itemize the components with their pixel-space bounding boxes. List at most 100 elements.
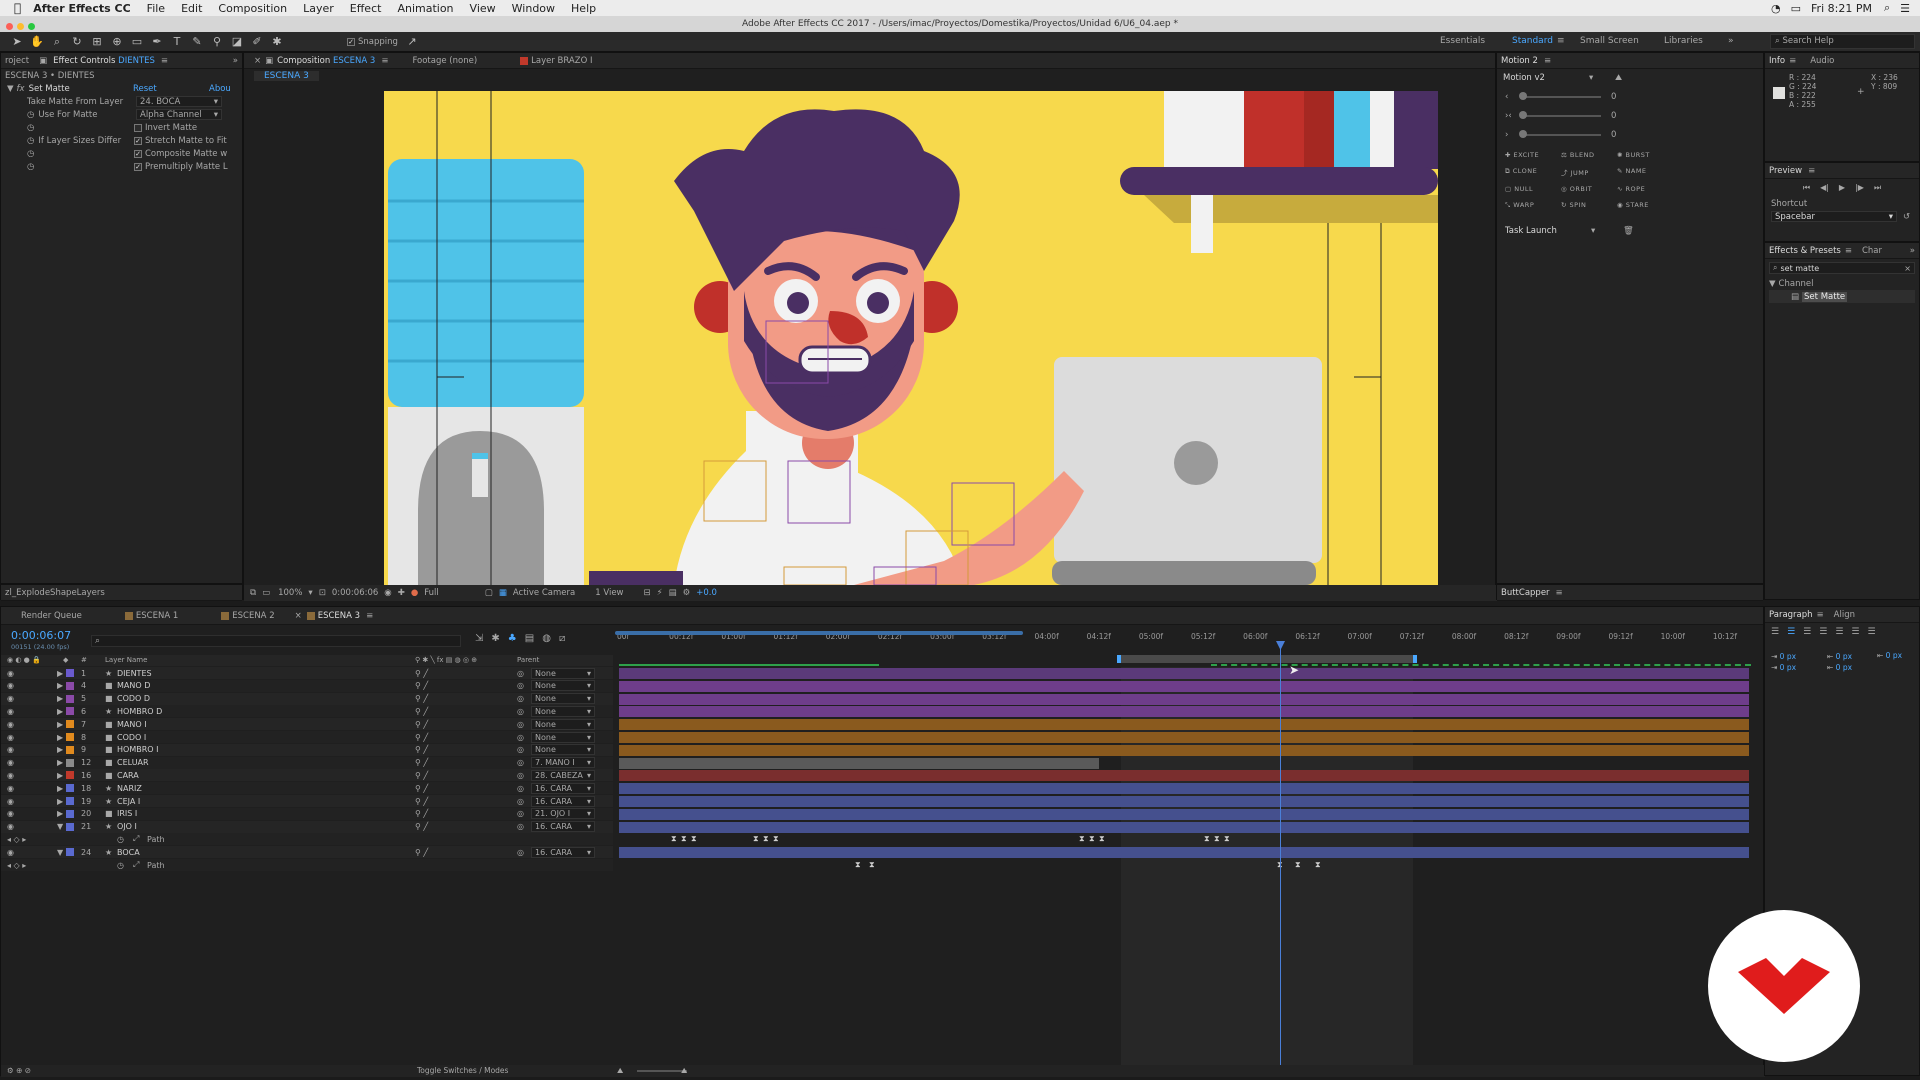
keyframe-icon[interactable]: ⧗ [691,834,697,844]
category-channel[interactable]: ▼ Channel [1765,277,1919,290]
first-frame-icon[interactable]: ⏮ [1803,183,1810,193]
monitor-icon[interactable]: ▭ [262,588,270,598]
time-navigator-bar[interactable] [615,631,1023,635]
layer-duration-bar[interactable] [619,693,1749,705]
justify-center-icon[interactable]: ☰ [1835,627,1843,637]
keyframe-icon[interactable]: ⧗ [1295,860,1301,870]
motion-spin-button[interactable]: ↻ SPIN [1561,201,1617,210]
slider-handle[interactable] [1519,130,1527,138]
close-tab-icon[interactable]: × [295,611,302,621]
toggle-pixel-aspect-icon[interactable]: ⊟ [644,588,651,598]
snapshot-icon[interactable]: ◉ [384,588,391,598]
selection-tool-icon[interactable]: ➤ [10,35,24,49]
pan-behind-tool-icon[interactable]: ⊕ [110,35,124,49]
fx-icon[interactable]: fx [17,84,25,94]
tab-escena-3[interactable]: ESCENA 3 [318,611,360,621]
clear-search-icon[interactable]: × [1904,264,1911,273]
zoom-tool-icon[interactable]: ⌕ [50,35,64,49]
tab-paragraph[interactable]: Paragraph [1769,610,1813,620]
play-icon[interactable]: ▶ [1839,183,1845,193]
hand-tool-icon[interactable]: ✋ [30,35,44,49]
lock-icon[interactable]: ▣ [39,56,47,66]
indent-right-value[interactable]: 0 px [1836,652,1852,661]
keyframe-icon[interactable]: ⧗ [1315,860,1321,870]
menubar-clock[interactable]: Fri 8:21 PM [1811,2,1872,15]
tab-align[interactable]: Align [1834,610,1855,620]
workspace-essentials[interactable]: Essentials [1440,36,1485,46]
tab-footage[interactable]: Footage (none) [412,56,477,66]
spotlight-icon[interactable]: ⌕ [1884,1,1890,15]
motion-blend-button[interactable]: ⚖ BLEND [1561,151,1617,159]
keyframe-icon[interactable]: ⧗ [753,834,759,844]
more-workspaces-icon[interactable]: » [1728,36,1734,46]
eraser-tool-icon[interactable]: ◪ [230,35,244,49]
close-window-icon[interactable] [6,23,13,30]
justify-all-icon[interactable]: ☰ [1867,627,1875,637]
layer-duration-bar[interactable] [619,796,1749,807]
battery-icon[interactable]: ▭ [1791,2,1801,15]
tab-render-queue[interactable]: Render Queue [21,611,82,621]
minimize-window-icon[interactable] [17,23,24,30]
about-link[interactable]: Abou [209,84,231,94]
timeline-icon[interactable]: ▤ [669,588,677,598]
motion-clone-button[interactable]: ⧉ CLONE [1505,167,1561,177]
motion-orbit-button[interactable]: ◎ ORBIT [1561,185,1617,193]
effects-search-field[interactable]: ⌕ set matte × [1769,262,1915,274]
motion-rope-button[interactable]: ∿ ROPE [1617,185,1673,193]
tab-escena-1[interactable]: ESCENA 1 [136,611,178,621]
space-before-value[interactable]: 0 px [1780,663,1796,672]
keyframe-icon[interactable]: ⧗ [1214,834,1220,844]
menu-layer[interactable]: Layer [303,2,334,15]
menu-view[interactable]: View [470,2,496,15]
menu-effect[interactable]: Effect [350,2,382,15]
layer-duration-bar[interactable] [619,732,1749,743]
last-frame-icon[interactable]: ⏭ [1874,183,1881,193]
close-tab-icon[interactable]: × [254,56,261,66]
view-layout-dropdown[interactable]: 1 View [595,588,623,598]
motion-null-button[interactable]: ▢ NULL [1505,185,1561,193]
shortcut-dropdown[interactable]: Spacebar ▾ [1771,211,1897,222]
lock-icon[interactable]: ▣ [265,56,273,66]
stopwatch-icon[interactable]: ◷ [27,110,34,120]
always-preview-icon[interactable]: ⧉ [250,588,256,598]
tab-motion[interactable]: Motion 2 [1501,56,1538,66]
list-icon[interactable]: ☰ [1900,2,1910,15]
tab-layer[interactable]: Layer BRAZO I [531,56,592,66]
layer-duration-bar[interactable] [619,783,1749,795]
stopwatch-icon[interactable]: ◷ [27,162,34,172]
graph-editor-icon[interactable]: ⧄ [559,633,565,644]
keyframe-icon[interactable]: ⧗ [869,860,875,870]
fast-previews-icon[interactable]: ⚡ [657,588,663,598]
keyframe-icon[interactable]: ⧗ [1204,834,1210,844]
motion-blur-icon[interactable]: ◍ [542,633,551,644]
preview-title[interactable]: Preview [1769,166,1802,176]
exposure-value[interactable]: +0.0 [696,588,717,598]
keyframe-icon[interactable]: ⧗ [671,834,677,844]
keyframe-icon[interactable]: ⧗ [773,834,779,844]
parent-header[interactable]: Parent [517,656,539,664]
camera-tool-icon[interactable]: ⊞ [90,35,104,49]
keyframe-icon[interactable]: ⧗ [1079,834,1085,844]
comp-flowchart-icon[interactable]: ⇲ [475,633,483,644]
take-matte-dropdown[interactable]: 24. BOCA ▾ [136,96,222,107]
rectangle-tool-icon[interactable]: ▭ [130,35,144,49]
curve-icon[interactable]: ⛰ [1615,73,1622,83]
panel-menu-icon[interactable]: ≡ [366,611,373,621]
motion-slider-3[interactable] [1521,134,1601,136]
panel-menu-icon[interactable]: ≡ [381,56,388,66]
frame-blending-icon[interactable]: ▤ [525,633,534,644]
zoom-window-icon[interactable] [28,23,35,30]
tab-composition[interactable]: Composition ESCENA 3 [277,56,375,66]
panel-menu-icon[interactable]: ≡ [1544,56,1551,66]
tab-effects-presets[interactable]: Effects & Presets [1769,246,1841,256]
roto-brush-tool-icon[interactable]: ✐ [250,35,264,49]
motion-excite-button[interactable]: ✚ EXCITE [1505,151,1561,159]
puppet-tool-icon[interactable]: ✱ [270,35,284,49]
snapping-checkbox[interactable] [347,37,355,46]
keyframe-icon[interactable]: ⧗ [1089,834,1095,844]
panel-menu-icon[interactable]: ≡ [161,56,168,66]
zoom-slider[interactable] [637,1070,687,1072]
disclosure-triangle-icon[interactable]: ▼ [7,84,14,94]
menu-window[interactable]: Window [512,2,555,15]
motion-version-dropdown[interactable]: Motion v2 [1503,73,1545,83]
